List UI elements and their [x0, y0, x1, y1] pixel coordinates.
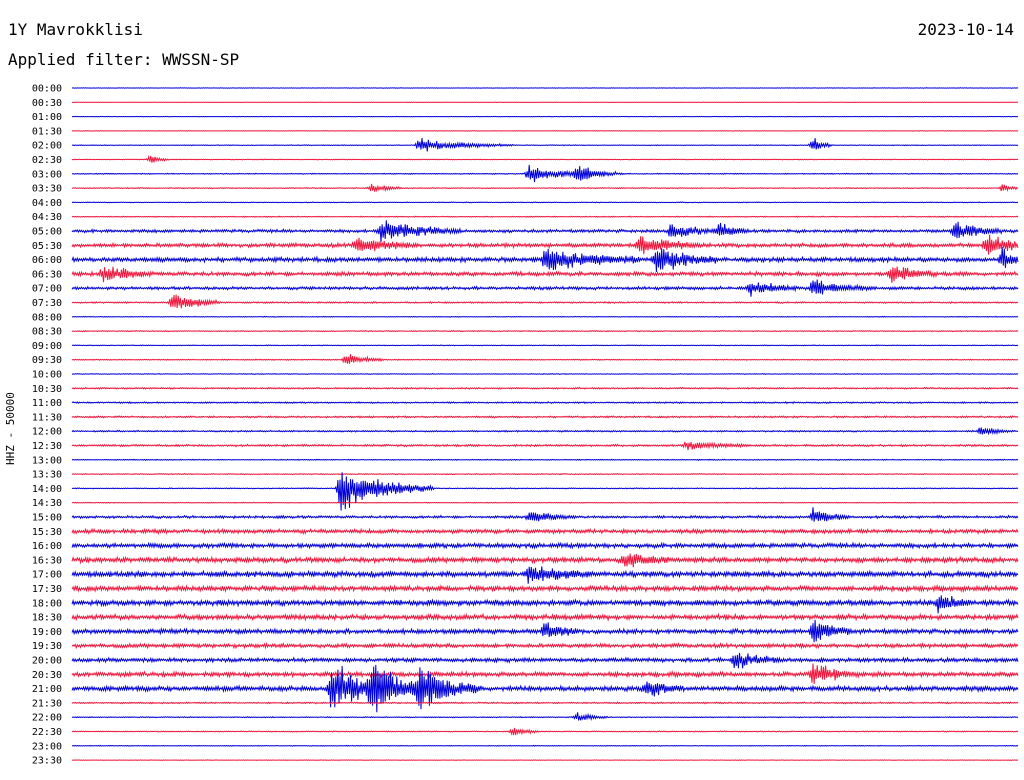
time-label: 15:00 — [32, 513, 62, 524]
time-label: 10:30 — [32, 384, 62, 395]
trace-line — [71, 427, 1019, 436]
time-label: 05:00 — [32, 227, 62, 238]
time-label: 12:00 — [32, 427, 62, 438]
time-label: 13:00 — [32, 455, 62, 466]
traces — [71, 87, 1019, 761]
time-label: 08:00 — [32, 312, 62, 323]
trace-line — [71, 759, 1019, 761]
time-label: 16:00 — [32, 541, 62, 552]
time-label: 12:30 — [32, 441, 62, 452]
time-label: 14:00 — [32, 484, 62, 495]
trace-line — [71, 201, 1019, 204]
time-label: 07:00 — [32, 284, 62, 295]
trace-line — [71, 315, 1019, 318]
trace-line — [71, 663, 1019, 685]
trace-line — [71, 619, 1019, 643]
trace-line — [71, 472, 1019, 511]
time-label: 19:30 — [32, 641, 62, 652]
trace-line — [71, 744, 1019, 747]
time-label: 20:30 — [32, 670, 62, 681]
time-label: 01:30 — [32, 126, 62, 137]
time-label: 22:00 — [32, 713, 62, 724]
trace-line — [71, 279, 1019, 297]
trace-line — [71, 234, 1019, 255]
time-label: 09:00 — [32, 341, 62, 352]
trace-line — [71, 566, 1019, 584]
trace-line — [71, 344, 1019, 347]
trace-line — [71, 727, 1019, 736]
time-label: 23:30 — [32, 756, 62, 767]
time-labels: 00:00 00:30 01:00 01:30 02:00 02:30 03:00 03:30… — [32, 84, 62, 767]
trace-line — [71, 441, 1019, 451]
time-label: 19:00 — [32, 627, 62, 638]
time-label: 03:30 — [32, 184, 62, 195]
trace-line — [71, 183, 1019, 193]
trace-line — [71, 329, 1019, 333]
trace-line — [71, 458, 1019, 462]
trace-line — [71, 415, 1019, 419]
time-label: 03:00 — [32, 169, 62, 180]
time-label: 13:30 — [32, 470, 62, 481]
time-label: 09:30 — [32, 355, 62, 366]
time-label: 06:30 — [32, 269, 62, 280]
time-label: 21:00 — [32, 684, 62, 695]
trace-line — [71, 553, 1019, 568]
trace-line — [71, 115, 1019, 118]
time-label: 20:00 — [32, 656, 62, 667]
time-label: 05:30 — [32, 241, 62, 252]
time-label: 10:00 — [32, 370, 62, 381]
trace-line — [71, 164, 1019, 183]
time-label: 00:00 — [32, 84, 62, 95]
trace-line — [71, 154, 1019, 163]
trace-line — [71, 712, 1019, 722]
trace-line — [71, 507, 1019, 522]
trace-line — [71, 247, 1019, 273]
trace-line — [71, 527, 1019, 536]
trace-line — [71, 652, 1019, 669]
time-label: 00:30 — [32, 98, 62, 109]
time-label: 02:00 — [32, 141, 62, 152]
time-label: 11:00 — [32, 398, 62, 409]
trace-line — [71, 130, 1019, 132]
time-label: 17:00 — [32, 570, 62, 581]
trace-line — [71, 472, 1019, 476]
trace-line — [71, 138, 1019, 152]
trace-line — [71, 641, 1019, 650]
trace-line — [71, 101, 1019, 104]
trace-line — [71, 612, 1019, 622]
trace-line — [71, 294, 1019, 309]
trace-line — [71, 595, 1019, 614]
time-label: 14:30 — [32, 498, 62, 509]
time-label: 18:00 — [32, 598, 62, 609]
time-label: 06:00 — [32, 255, 62, 266]
trace-line — [71, 501, 1019, 504]
trace-line — [71, 583, 1019, 593]
time-label: 17:30 — [32, 584, 62, 595]
seismogram-plot: 00:00 00:30 01:00 01:30 02:00 02:30 03:00 03:30… — [32, 84, 1019, 767]
trace-line — [71, 541, 1019, 550]
trace-line — [71, 87, 1019, 89]
trace-line — [71, 373, 1019, 375]
trace-line — [71, 701, 1019, 705]
time-label: 18:30 — [32, 613, 62, 624]
time-label: 04:30 — [32, 212, 62, 223]
trace-line — [71, 400, 1019, 405]
time-label: 02:30 — [32, 155, 62, 166]
trace-line — [71, 266, 1019, 283]
time-label: 15:30 — [32, 527, 62, 538]
time-label: 01:00 — [32, 112, 62, 123]
trace-line — [71, 215, 1019, 218]
time-label: 23:00 — [32, 741, 62, 752]
trace-line — [71, 386, 1019, 390]
trace-line — [71, 220, 1019, 242]
time-label: 08:30 — [32, 327, 62, 338]
trace-line — [71, 354, 1019, 364]
time-label: 16:30 — [32, 555, 62, 566]
time-label: 21:30 — [32, 698, 62, 709]
time-label: 07:30 — [32, 298, 62, 309]
time-label: 22:30 — [32, 727, 62, 738]
time-label: 04:00 — [32, 198, 62, 209]
time-label: 11:30 — [32, 412, 62, 423]
